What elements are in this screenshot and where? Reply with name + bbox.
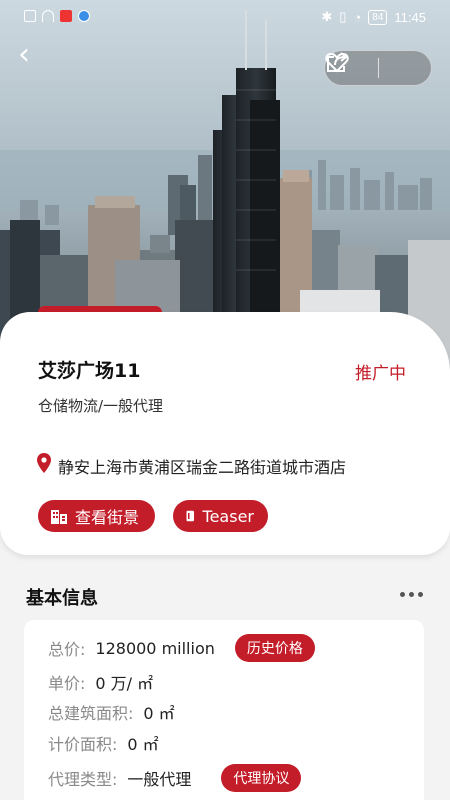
priced-area-row: 计价面积: 0 ㎡ [48,731,159,755]
total-price-value: 128000 million [95,638,215,658]
more-dot [409,591,414,597]
browser-notification-icon [78,10,90,22]
document-icon [186,510,195,522]
unit-price-value: 0 万/ ㎡ [95,674,154,693]
header-actions [324,50,432,86]
agency-type-value: 一般代理 [127,770,192,789]
app-notification-icon [60,10,72,22]
gross-area-value: 0 ㎡ [143,704,175,723]
vibrate-icon: ▯ [339,9,347,24]
street-view-label: 查看街景 [75,508,140,527]
status-badge: 推广中 [355,364,406,384]
agency-type-label: 代理类型: [48,770,118,789]
wifi-icon [42,10,54,22]
teaser-label: Teaser [202,506,254,526]
teaser-button[interactable]: Teaser [173,500,268,532]
gross-area-label: 总建筑面积: [48,704,134,723]
basic-info-title: 基本信息 [26,588,98,609]
speed-icon: ◔ [353,9,362,25]
sim-icon [24,10,36,22]
agency-agreement-button[interactable]: 代理协议 [221,764,302,792]
favorite-button[interactable] [325,50,431,86]
status-notification-icons [24,10,90,22]
property-address: 静安上海市黄浦区瑞金二路街道城市酒店 [58,458,347,477]
more-dot [418,591,423,597]
total-price-row: 总价: 128000 million 历史价格 [48,634,315,662]
heart-icon [325,52,349,73]
unit-price-label: 单价: [48,674,86,693]
bluetooth-icon: ✱ [321,9,333,24]
status-time: 11:45 [394,9,426,25]
priced-area-value: 0 ㎡ [127,735,159,754]
status-bar: ✱ ▯ ◔ 84 11:45 [0,0,450,34]
chevron-left-icon: ‹ [18,37,30,72]
back-button[interactable]: ‹ [18,40,46,72]
property-title: 艾莎广场11 [38,360,141,382]
status-system-icons: ✱ ▯ ◔ 84 11:45 [321,9,426,25]
more-options-button[interactable] [400,586,426,602]
building-icon [51,510,67,524]
more-dots-icon [400,591,405,597]
battery-icon: 84 [368,9,388,25]
location-pin-icon [37,453,51,473]
priced-area-label: 计价面积: [48,735,118,754]
unit-price-row: 单价: 0 万/ ㎡ [48,670,153,694]
property-category: 仓储物流/一般代理 [38,397,164,415]
agency-type-row: 代理类型: 一般代理 代理协议 [48,764,302,792]
gross-area-row: 总建筑面积: 0 ㎡ [48,700,175,724]
price-history-button[interactable]: 历史价格 [234,634,315,662]
street-view-button[interactable]: 查看街景 [38,500,155,532]
total-price-label: 总价: [48,640,86,659]
